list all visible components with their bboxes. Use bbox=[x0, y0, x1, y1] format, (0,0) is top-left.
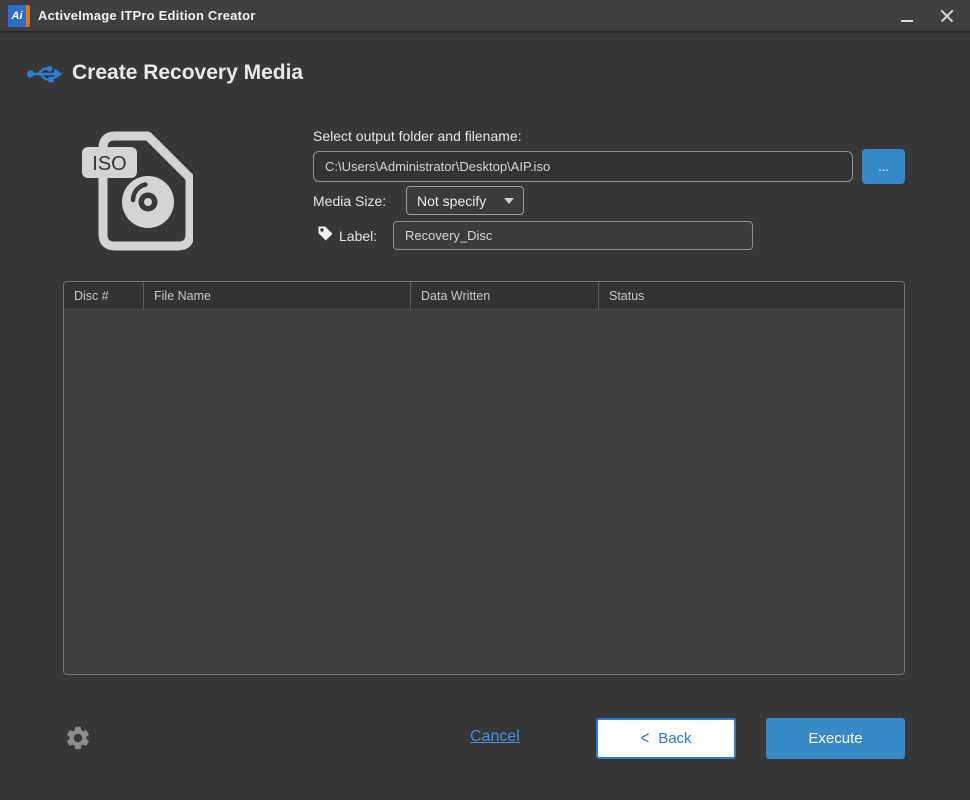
app-window: Ai ActiveImage ITPro Edition Creator Cre… bbox=[0, 0, 970, 800]
media-size-label: Media Size: bbox=[313, 193, 386, 209]
column-header-file: File Name bbox=[144, 282, 411, 309]
app-logo-text: Ai bbox=[12, 11, 23, 22]
back-button[interactable]: < Back bbox=[596, 718, 736, 759]
output-folder-label: Select output folder and filename: bbox=[313, 128, 522, 144]
disc-label-label: Label: bbox=[339, 228, 377, 244]
back-button-label: Back bbox=[658, 730, 691, 747]
output-path-input[interactable] bbox=[313, 151, 853, 182]
chevron-left-icon: < bbox=[640, 728, 649, 749]
browse-button[interactable]: ... bbox=[862, 149, 905, 184]
window-title: ActiveImage ITPro Edition Creator bbox=[38, 0, 256, 32]
page-title: Create Recovery Media bbox=[72, 61, 303, 85]
minimize-button[interactable] bbox=[890, 0, 924, 32]
settings-button[interactable] bbox=[63, 724, 93, 754]
usb-icon bbox=[26, 60, 64, 88]
disc-table-body bbox=[64, 310, 904, 675]
column-header-data: Data Written bbox=[411, 282, 599, 309]
iso-file-icon: ISO bbox=[81, 124, 193, 251]
column-header-disc: Disc # bbox=[64, 282, 144, 309]
disc-table: Disc # File Name Data Written Status bbox=[63, 281, 905, 675]
gear-icon bbox=[64, 724, 92, 752]
column-header-status: Status bbox=[599, 282, 904, 309]
app-logo-icon: Ai bbox=[8, 5, 30, 27]
close-button[interactable] bbox=[930, 0, 964, 32]
titlebar[interactable]: Ai ActiveImage ITPro Edition Creator bbox=[0, 0, 970, 33]
media-size-dropdown[interactable]: Not specify bbox=[406, 186, 524, 215]
execute-button[interactable]: Execute bbox=[766, 718, 905, 759]
minimize-icon bbox=[901, 20, 913, 22]
iso-badge-text: ISO bbox=[92, 153, 126, 175]
media-size-value: Not specify bbox=[407, 193, 504, 209]
disc-label-input[interactable] bbox=[393, 221, 753, 250]
tag-icon bbox=[317, 225, 334, 242]
disc-table-header: Disc # File Name Data Written Status bbox=[64, 282, 904, 310]
close-icon bbox=[940, 9, 954, 23]
chevron-down-icon bbox=[504, 198, 514, 204]
cancel-link[interactable]: Cancel bbox=[470, 728, 520, 746]
